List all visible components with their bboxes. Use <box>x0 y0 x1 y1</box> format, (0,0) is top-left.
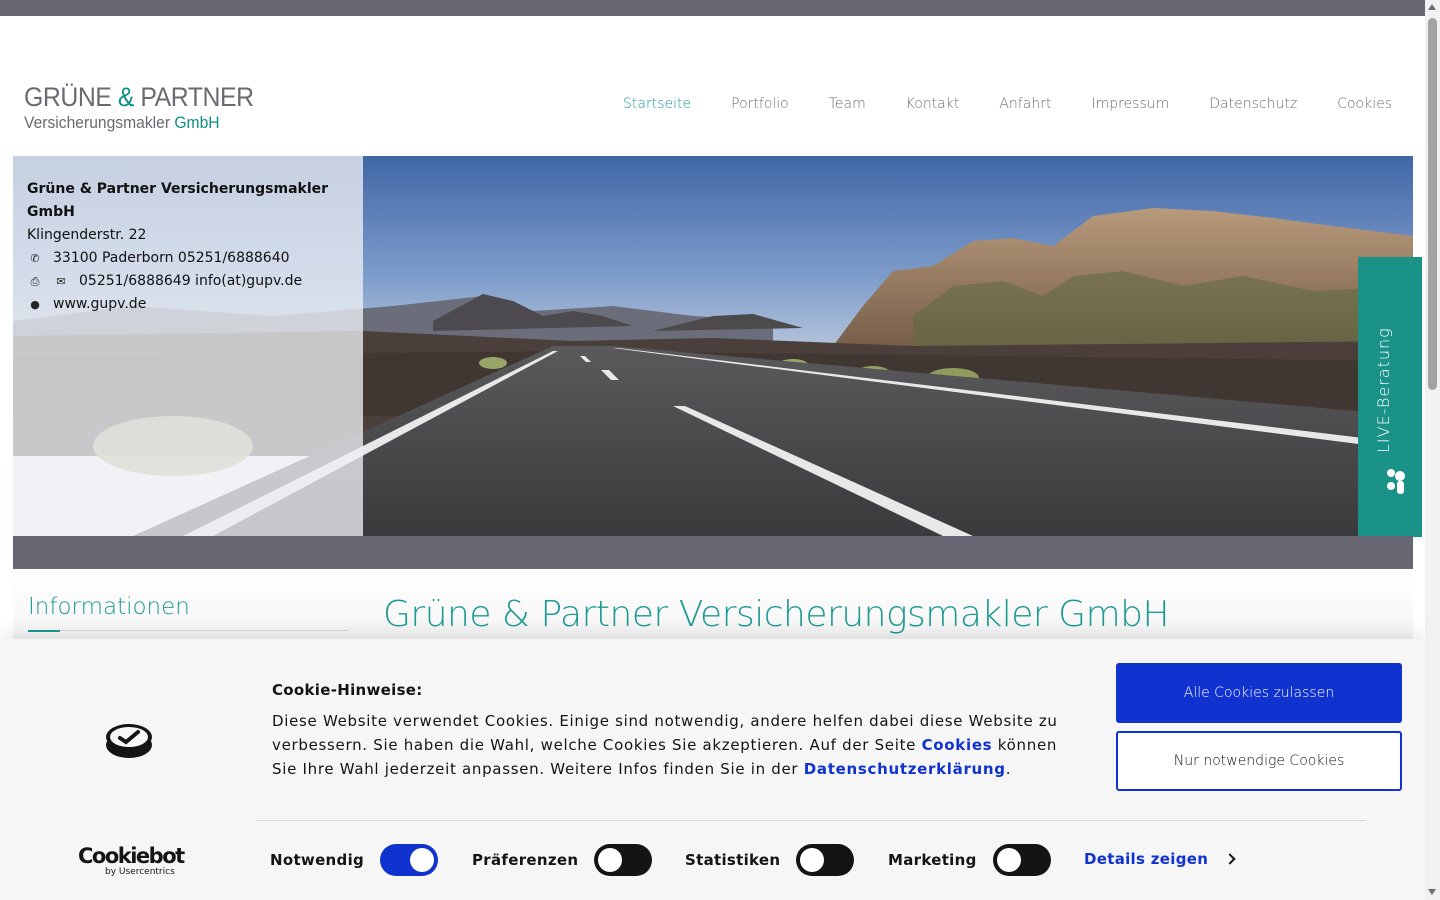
sidebar-title-accent <box>28 630 60 632</box>
page-scrollbar[interactable] <box>1425 0 1440 900</box>
toggle-label-statistiken: Statistiken <box>685 851 781 869</box>
nav-team[interactable]: Team <box>829 96 866 112</box>
nav-portfolio[interactable]: Portfolio <box>731 96 789 112</box>
cookie-text: Diese Website verwendet Cookies. Einige … <box>272 712 1058 778</box>
details-label: Details zeigen <box>1084 850 1209 868</box>
scroll-up-arrow-icon[interactable] <box>1428 4 1436 10</box>
details-toggle[interactable]: Details zeigen <box>1084 850 1236 868</box>
address-web-row: ● www.gupv.de <box>27 293 363 316</box>
site-logo[interactable]: GRÜNE & PARTNER Versicherungsmakler GmbH <box>24 82 274 134</box>
cookiebot-brand[interactable]: Cookiebot by Usercentrics <box>78 844 185 877</box>
top-bar <box>0 0 1425 16</box>
toggle-group-notwendig: Notwendig <box>270 844 439 876</box>
cookiebot-icon <box>106 724 152 758</box>
address-fax-mail-row: ⎙ ✉ 05251/6888649 info(at)gupv.de <box>27 270 363 293</box>
live-beratung-tab[interactable]: LIVE-Beratung <box>1358 257 1422 537</box>
necessary-cookies-button[interactable]: Nur notwendige Cookies <box>1116 731 1402 791</box>
toggle-knob <box>800 848 825 872</box>
toggle-knob <box>410 848 435 872</box>
address-phone-row: ✆ 33100 Paderborn 05251/6888640 <box>27 247 363 270</box>
toggle-label-notwendig: Notwendig <box>270 851 365 869</box>
main-title: Grüne & Partner Versicherungsmakler GmbH <box>383 594 1170 635</box>
cookie-divider <box>256 820 1366 821</box>
scroll-thumb[interactable] <box>1428 18 1437 390</box>
cookiebot-name: Cookiebot <box>78 844 185 868</box>
address-street: Klingenderstr. 22 <box>27 227 147 243</box>
cookies-link[interactable]: Cookies <box>922 736 993 754</box>
logo-line-1: GRÜNE & PARTNER <box>24 82 254 112</box>
nav-cookies[interactable]: Cookies <box>1337 96 1392 112</box>
hero-bottom-bar <box>13 536 1413 569</box>
address-company: Grüne & Partner Versicherungsmakler GmbH <box>27 181 329 220</box>
privacy-policy-link[interactable]: Datenschutzerklärung <box>804 760 1006 778</box>
toggle-knob <box>598 848 623 872</box>
allow-all-cookies-button[interactable]: Alle Cookies zulassen <box>1116 663 1402 723</box>
fax-icon: ⎙ <box>30 275 40 288</box>
nav-datenschutz[interactable]: Datenschutz <box>1209 96 1297 112</box>
address-city-phone: 33100 Paderborn 05251/6888640 <box>53 250 290 266</box>
toggle-label-marketing: Marketing <box>888 851 977 869</box>
chat-bubbles-icon <box>1387 469 1405 494</box>
live-beratung-label: LIVE-Beratung <box>1374 327 1393 453</box>
toggle-group-praeferenzen: Präferenzen <box>472 844 653 876</box>
chevron-right-icon <box>1224 853 1236 865</box>
sidebar-title: Informationen <box>28 594 190 620</box>
address-block: Grüne & Partner Versicherungsmakler GmbH… <box>27 178 363 316</box>
toggle-group-marketing: Marketing <box>888 844 1051 876</box>
toggle-notwendig[interactable] <box>380 844 439 876</box>
globe-icon: ● <box>30 298 40 311</box>
nav-kontakt[interactable]: Kontakt <box>906 96 960 112</box>
cookie-banner: Cookie-Hinweise: Diese Website verwendet… <box>0 639 1425 900</box>
sidebar-title-rule <box>28 630 348 631</box>
phone-icon: ✆ <box>30 252 40 265</box>
toggle-group-statistiken: Statistiken <box>685 844 855 876</box>
toggle-statistiken[interactable] <box>796 844 855 876</box>
address-panel: Grüne & Partner Versicherungsmakler GmbH… <box>13 156 363 536</box>
envelope-icon: ✉ <box>56 275 66 288</box>
toggle-knob <box>996 848 1021 872</box>
toggle-label-praeferenzen: Präferenzen <box>472 851 579 869</box>
toggle-praeferenzen[interactable] <box>594 844 653 876</box>
cookiebot-sub: by Usercentrics <box>105 867 175 877</box>
nav-startseite[interactable]: Startseite <box>623 96 691 112</box>
cookie-title: Cookie-Hinweise: <box>272 681 423 699</box>
address-web[interactable]: www.gupv.de <box>53 293 146 316</box>
hero-banner: Grüne & Partner Versicherungsmakler GmbH… <box>13 156 1413 536</box>
address-fax-mail[interactable]: 05251/6888649 info(at)gupv.de <box>79 270 302 293</box>
toggle-marketing[interactable] <box>992 844 1051 876</box>
nav-anfahrt[interactable]: Anfahrt <box>999 96 1051 112</box>
nav-impressum[interactable]: Impressum <box>1091 96 1169 112</box>
logo-line-2: Versicherungsmakler GmbH <box>24 113 220 132</box>
main-nav: Startseite Portfolio Team Kontakt Anfahr… <box>623 96 1392 112</box>
scroll-down-arrow-icon[interactable] <box>1428 889 1436 895</box>
